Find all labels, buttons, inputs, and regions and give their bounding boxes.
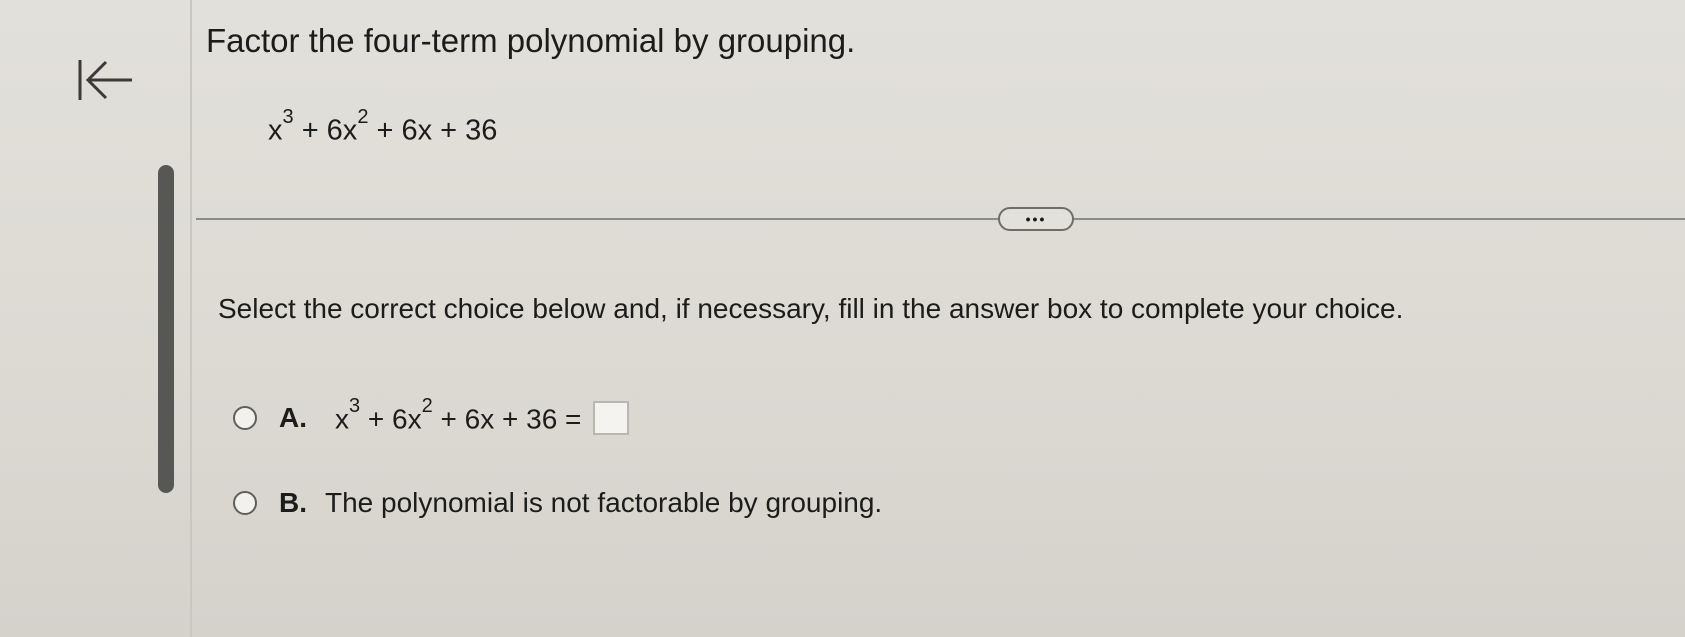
expression-term2: + 6x [301,114,358,147]
choice-a[interactable]: A. x3 + 6x2 + 6x + 36 = [233,395,630,436]
choice-a-radio[interactable] [233,406,257,431]
expression-tail: + 6x + 36 [376,114,498,147]
choice-b[interactable]: B. The polynomial is not factorable by g… [233,487,882,519]
choice-b-text: The polynomial is not factorable by grou… [325,487,883,518]
choice-a-term1-exponent: 3 [349,395,361,417]
choice-a-term2: + 6x [367,403,422,435]
polynomial-expression: x3 + 6x2 + 6x + 36 [268,106,498,148]
instruction-text: Select the correct choice below and, if … [218,293,1404,324]
question-title: Factor the four-term polynomial by group… [206,22,856,59]
choice-a-term1-base: x [335,403,349,435]
choice-a-term2-exponent: 2 [421,395,433,417]
expression-term1-exponent: 3 [282,106,294,128]
choice-b-letter: B. [279,487,307,518]
choice-a-expression: x3 + 6x2 + 6x + 36 = [335,395,582,435]
scrollbar[interactable] [158,165,174,493]
left-pane-border [190,0,192,637]
answer-box[interactable] [593,401,630,436]
back-arrow-to-bar-icon [78,60,132,100]
choice-b-radio[interactable] [233,491,257,515]
expression-term2-exponent: 2 [357,106,369,128]
choice-a-letter: A. [279,402,307,434]
back-button[interactable] [74,54,138,106]
section-divider [196,218,1685,220]
choice-a-tail: + 6x + 36 = [440,403,582,435]
more-button[interactable]: ••• [998,207,1074,231]
expression-term1-base: x [268,114,283,147]
